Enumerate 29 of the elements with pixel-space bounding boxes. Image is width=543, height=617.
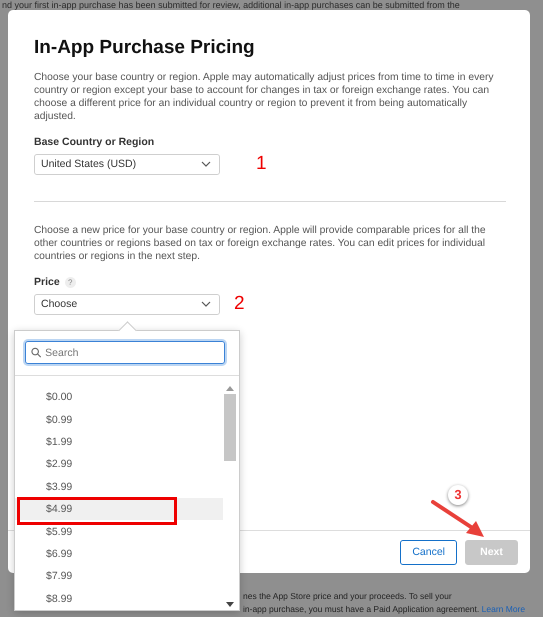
background-paragraph: nes the App Store price and your proceeds. To sell your in-app purchase, you must have a Paid Application agreement. Learn More [243,590,526,616]
intro-text: Choose your base country or region. Apple may automatically adjust prices from time to time in every country or region except your base to account for changes in tax or foreign exchange rates. You can choose a different price for an individual country or region to prevent it from being automatically adjusted. [34,71,495,123]
field-label: Price [34,276,60,288]
scroll-down-icon[interactable] [226,602,234,607]
dialog-title: In-App Purchase Pricing [34,37,256,59]
price-option[interactable]: $1.99 [15,430,223,454]
price-option[interactable]: $6.99 [15,542,223,566]
price-text: Choose a new price for your base country or region. Apple will provide comparable prices for all the other countries or regions based on tax or foreign exchange rates. You can edit prices for individual countries or regions in the next step. [34,224,487,263]
field-label: Base Country or Region [34,136,154,148]
step-number: 1 [256,153,267,175]
region-select[interactable]: United States (USD) [34,154,220,174]
cancel-button[interactable]: Cancel [400,540,457,564]
step-number: 2 [234,293,245,315]
price-option[interactable]: $0.00 [15,386,223,408]
step-badge: 3 [448,484,468,504]
price-option[interactable]: $0.99 [15,408,223,431]
price-option[interactable]: $7.99 [15,565,223,588]
price-select[interactable]: Choose [34,294,220,314]
arrow-icon [430,498,486,538]
search-icon [31,347,42,358]
search-field[interactable]: Search [25,341,225,364]
price-option[interactable]: $2.99 [15,453,223,476]
chevron-icon [201,161,211,167]
price-option[interactable]: $8.99 [15,588,223,610]
background-text: nd your first in-app purchase has been submitted for review, additional in-app purchases can be submitted from the [2,0,460,10]
chevron-icon [201,301,211,307]
price-option[interactable]: $3.99 [15,476,223,498]
scroll-up-icon[interactable] [226,386,234,391]
price-option[interactable]: $5.99 [15,520,223,543]
